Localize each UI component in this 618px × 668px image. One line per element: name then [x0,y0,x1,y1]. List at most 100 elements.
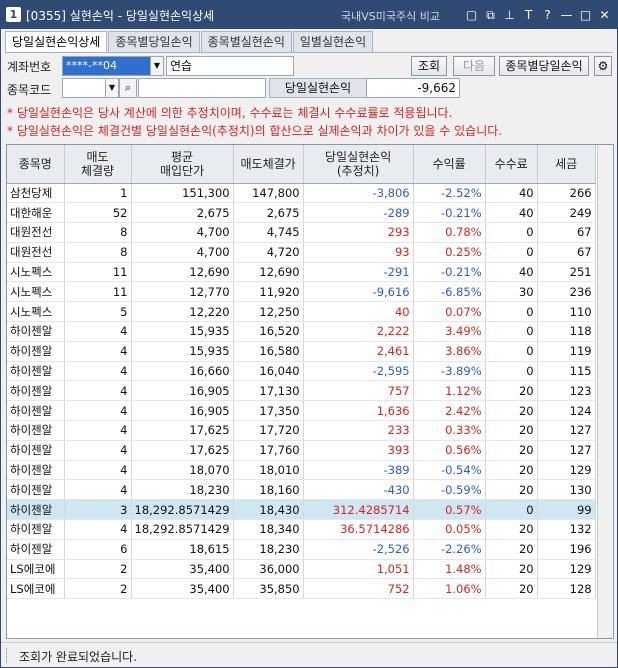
cell-tax: 123 [537,380,596,402]
copy-icon[interactable]: ⧉ [482,6,499,24]
cell-fee: 20 [485,440,538,461]
cell-avg: 18,230 [131,479,234,501]
query-button[interactable]: 조회 [411,56,447,76]
cell-sell: 17,130 [233,380,304,402]
table-row[interactable]: 하이젠알 6 18,615 18,230 -2,526 -2.26% 20 196 [7,539,596,560]
settings-gear-icon[interactable]: ⚙ [594,56,612,76]
column-header[interactable]: 수익률 [413,145,486,184]
cell-qty: 52 [64,202,132,224]
cell-name: 하이젠알 [7,499,65,521]
cell-pnl: 2,461 [303,341,414,362]
font-size-icon[interactable]: T [520,6,537,24]
column-header[interactable]: 종목명 [7,145,65,184]
cell-rate: 0.78% [413,222,486,243]
pnl-detail-table: 종목명 매도 체결량 평균 매입단가 매도체결가 당일실현손익 (추정치) 수익률 수수료 세… [7,145,596,600]
table-row[interactable]: 시노펙스 11 12,690 12,690 -291 -0.21% 40 251 [7,262,596,283]
window-icon[interactable]: ▢ [463,6,480,24]
stock-code-input[interactable] [62,78,106,98]
table-row[interactable]: 대원전선 8 4,700 4,745 293 0.78% 0 67 [7,222,596,243]
table-row[interactable]: 하이젠알 4 16,905 17,130 757 1.12% 20 123 [7,380,596,402]
table-row[interactable]: 하이젠알 4 16,660 16,040 -2,595 -3.89% 0 115 [7,361,596,382]
cell-tax: 266 [537,183,596,204]
cell-fee: 20 [485,460,538,481]
search-icon[interactable]: ⌕ [119,78,137,98]
column-header[interactable]: 당일실현손익 (추정치) [303,145,414,184]
notice-line-2: * 당일실현손익은 체결건별 당일실현손익(추정치)의 합산으로 실제손익과 차… [7,124,503,138]
cell-name: 시노펙스 [7,281,65,303]
cell-avg: 35,400 [131,559,234,580]
column-header[interactable]: 수수료 [485,145,538,184]
table-row[interactable]: 하이젠알 4 17,625 17,720 233 0.33% 20 127 [7,420,596,441]
cell-rate: 0.25% [413,242,486,263]
tab-2[interactable]: 종목별실현손익 [200,31,292,52]
table-row[interactable]: 삼천당제 1 151,300 147,800 -3,806 -2.52% 40 266 [7,183,596,204]
close-icon[interactable]: ✕ [596,6,613,24]
table-row[interactable]: 하이젠알 3 18,292.8571429 18,430 312.4285714 0.57… [7,499,596,521]
table-row[interactable]: LS에코에 2 35,400 36,000 1,051 1.48% 20 129 [7,559,596,580]
table-row[interactable]: 하이젠알 4 16,905 17,350 1,636 2.42% 20 124 [7,400,596,422]
cell-qty: 3 [64,499,132,521]
cell-qty: 4 [64,321,132,342]
next-button[interactable]: 다음 [453,56,495,76]
column-header[interactable]: 세금 [537,145,596,184]
pnl-detail-grid[interactable]: 종목명 매도 체결량 평균 매입단가 매도체결가 당일실현손익 (추정치) 수익률 수수료 세… [6,144,614,639]
table-row[interactable]: 하이젠알 4 15,935 16,520 2,222 3.49% 0 118 [7,321,596,342]
cell-fee: 0 [485,301,538,323]
cell-qty: 4 [64,380,132,402]
cell-sell: 18,230 [233,539,304,560]
cell-rate: -2.26% [413,539,486,560]
cell-tax: 67 [537,222,596,243]
table-row[interactable]: 하이젠알 4 15,935 16,580 2,461 3.86% 0 119 [7,341,596,362]
cell-fee: 0 [485,242,538,263]
tab-bar: 당일실현손익상세 종목별당일손익 종목별실현손익 일별실현손익 [5,31,374,53]
help-icon[interactable]: ? [539,6,556,24]
tab-3[interactable]: 일별실현손익 [292,31,374,52]
cell-avg: 16,905 [131,380,234,402]
cell-qty: 1 [64,183,132,204]
tab-1[interactable]: 종목별당일손익 [108,31,200,52]
cell-tax: 99 [537,499,596,521]
cell-fee: 40 [485,183,538,204]
cell-rate: 1.48% [413,559,486,580]
table-row[interactable]: 하이젠알 4 18,070 18,010 -389 -0.54% 20 129 [7,460,596,481]
cell-name: 하이젠알 [7,341,65,362]
cell-fee: 20 [485,519,538,540]
cell-pnl: 1,636 [303,400,414,422]
maximize-icon[interactable]: □ [577,6,594,24]
compare-link[interactable]: 국내VS미국주식 비교 [341,8,440,24]
pin-icon[interactable]: ⊥ [501,6,518,24]
cell-fee: 0 [485,321,538,342]
vertical-scrollbar[interactable] [597,145,613,638]
table-row[interactable]: 하이젠알 4 18,292.8571429 18,340 36.5714286 0.05%… [7,519,596,540]
table-row[interactable]: LS에코에 2 35,400 35,850 752 1.06% 20 128 [7,578,596,600]
account-dropdown-button[interactable]: ▼ [150,56,164,76]
column-header[interactable]: 평균 매입단가 [131,145,234,184]
cell-sell: 17,760 [233,440,304,461]
stock-code-dropdown-button[interactable]: ▼ [105,78,119,98]
minimize-icon[interactable]: — [558,6,575,24]
title-bar[interactable]: 1 [0355] 실현손익 - 당일실현손익상세 국내VS미국주식 비교 ▢ ⧉ ⊥… [1,1,617,29]
cell-fee: 20 [485,559,538,580]
cell-rate: 0.07% [413,301,486,323]
cell-rate: 2.42% [413,400,486,422]
by-stock-pnl-button[interactable]: 종목별당일손익 [499,56,589,76]
cell-qty: 4 [64,479,132,501]
table-row[interactable]: 대한해운 52 2,675 2,675 -289 -0.21% 40 249 [7,202,596,224]
cell-avg: 4,700 [131,222,234,243]
table-row[interactable]: 시노펙스 5 12,220 12,250 40 0.07% 0 110 [7,301,596,323]
table-row[interactable]: 대원전선 8 4,700 4,720 93 0.25% 0 67 [7,242,596,263]
cell-avg: 18,292.8571429 [131,519,234,540]
table-row[interactable]: 하이젠알 4 18,230 18,160 -430 -0.59% 20 130 [7,479,596,501]
account-number-field[interactable]: ****-**04 [62,56,151,76]
cell-rate: -0.54% [413,460,486,481]
cell-avg: 16,905 [131,400,234,422]
column-header[interactable]: 매도 체결량 [64,145,132,184]
cell-pnl: 1,051 [303,559,414,580]
column-header[interactable]: 매도체결가 [233,145,304,184]
tab-divider [5,52,613,53]
table-row[interactable]: 하이젠알 4 17,625 17,760 393 0.56% 20 127 [7,440,596,461]
tab-0[interactable]: 당일실현손익상세 [5,31,108,53]
cell-tax: 130 [537,479,596,501]
table-row[interactable]: 시노펙스 11 12,770 11,920 -9,616 -6.85% 30 236 [7,281,596,303]
cell-rate: -2.52% [413,183,486,204]
